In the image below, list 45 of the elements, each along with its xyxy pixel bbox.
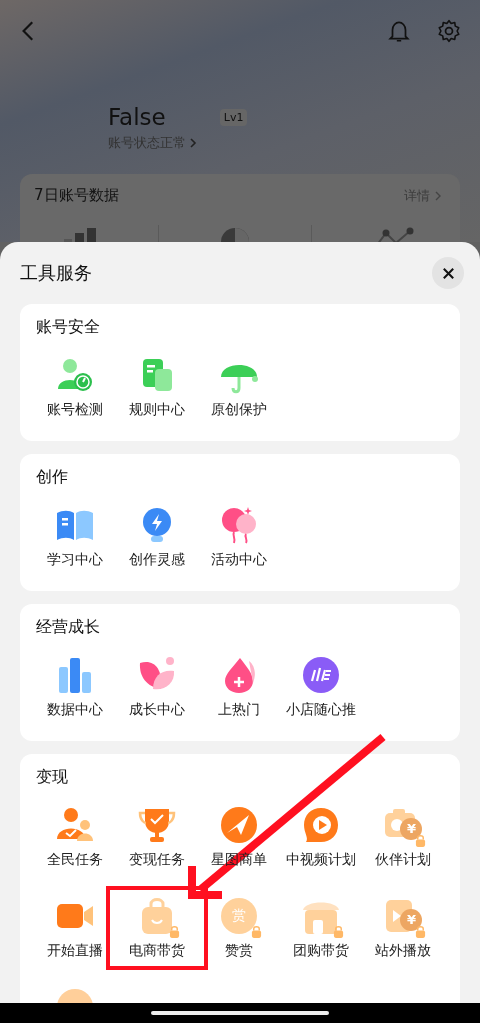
card-title: 7日账号数据 xyxy=(34,186,119,205)
level-badge: Lv1 xyxy=(219,108,248,126)
chevron-icon xyxy=(189,137,197,149)
tool-button[interactable]: 成长中心 xyxy=(116,655,198,719)
tool-button[interactable]: 账号检测 xyxy=(34,355,116,419)
tool-button[interactable]: 全民任务 xyxy=(34,805,116,869)
lock-icon xyxy=(415,925,426,938)
coin-symbol: ¥ xyxy=(405,822,417,836)
tool-button[interactable]: 赏 赞赏 xyxy=(198,896,280,960)
tool-button[interactable]: ¥ 站外播放 xyxy=(362,896,444,960)
lock-icon xyxy=(169,925,180,938)
play-icon xyxy=(301,805,341,845)
section-title: 账号安全 xyxy=(35,316,101,338)
tool-button[interactable]: 电商带货 xyxy=(116,896,198,960)
coin-symbol: ¥ xyxy=(405,913,417,927)
tool-button[interactable]: 小店随心推 xyxy=(280,655,362,719)
tool-button[interactable]: 开始直播 xyxy=(34,896,116,960)
section-title: 变现 xyxy=(35,766,69,788)
tool-button[interactable]: 变现任务 xyxy=(116,805,198,869)
tool-button[interactable]: 上热门 xyxy=(198,655,280,719)
tool-button[interactable]: 团购带货 xyxy=(280,896,362,960)
balloon-icon xyxy=(219,505,259,545)
tool-button[interactable]: 中视频计划 xyxy=(280,805,362,869)
section-title: 创作 xyxy=(35,466,69,488)
lock-icon xyxy=(251,925,262,938)
close-icon xyxy=(440,265,456,281)
tool-button[interactable]: 活动中心 xyxy=(198,505,280,569)
lock-icon xyxy=(415,834,426,847)
tool-button[interactable]: 学习中心 xyxy=(34,505,116,569)
section-title: 经营成长 xyxy=(35,616,101,638)
tool-button[interactable]: ¥ 伙伴计划 xyxy=(362,805,444,869)
coin-icon xyxy=(219,896,259,936)
tool-button[interactable]: 数据中心 xyxy=(34,655,116,719)
cart-icon xyxy=(301,655,341,695)
tool-button[interactable]: 规则中心 xyxy=(116,355,198,419)
paper-plane-icon xyxy=(219,805,259,845)
tool-button[interactable]: 创作灵感 xyxy=(116,505,198,569)
settings-icon[interactable] xyxy=(436,18,462,44)
chevron-icon xyxy=(434,189,442,202)
tool-button[interactable]: 原创保护 xyxy=(198,355,280,419)
lock-icon xyxy=(333,925,344,938)
coin-symbol: 赏 xyxy=(231,909,247,921)
close-button[interactable] xyxy=(432,257,464,289)
sheet-title: 工具服务 xyxy=(20,261,92,285)
user-name: False xyxy=(108,103,166,132)
